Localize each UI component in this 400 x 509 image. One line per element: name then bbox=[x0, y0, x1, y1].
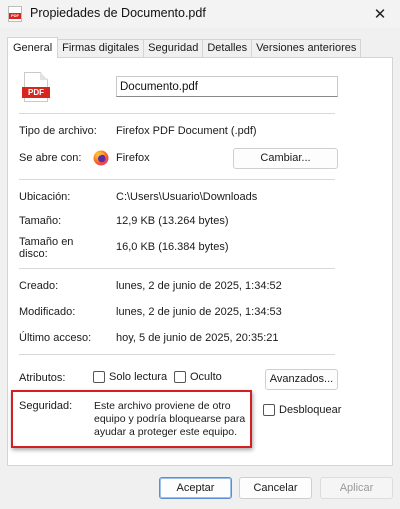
size-on-disk-value: 16,0 KB (16.384 bytes) bbox=[116, 241, 229, 253]
tab-previous-versions[interactable]: Versiones anteriores bbox=[251, 39, 362, 58]
hidden-checkbox-box[interactable] bbox=[174, 371, 186, 383]
pdf-badge: PDF bbox=[22, 87, 50, 98]
file-type-label: Tipo de archivo: bbox=[19, 125, 97, 137]
tab-bar: General Firmas digitales Seguridad Detal… bbox=[7, 37, 362, 58]
security-warning-line: ayudar a proteger este equipo. bbox=[94, 426, 238, 438]
size-on-disk-label-line1: Tamaño en bbox=[19, 236, 74, 248]
close-button[interactable]: ✕ bbox=[360, 0, 400, 28]
hidden-label: Oculto bbox=[190, 371, 222, 383]
tab-details[interactable]: Detalles bbox=[202, 39, 253, 58]
created-label: Creado: bbox=[19, 280, 59, 292]
change-button[interactable]: Cambiar... bbox=[233, 148, 338, 169]
opens-with-value: Firefox bbox=[116, 152, 150, 164]
location-value: C:\Users\Usuario\Downloads bbox=[116, 191, 258, 203]
accept-button[interactable]: Aceptar bbox=[159, 477, 232, 499]
modified-value: lunes, 2 de junio de 2025, 1:34:53 bbox=[116, 306, 282, 318]
readonly-checkbox[interactable]: Solo lectura bbox=[93, 371, 167, 383]
unblock-checkbox-box[interactable] bbox=[263, 404, 275, 416]
file-name-input[interactable] bbox=[116, 76, 338, 97]
modified-label: Modificado: bbox=[19, 306, 76, 318]
divider bbox=[19, 354, 335, 355]
title-bar: PDF Propiedades de Documento.pdf ✕ bbox=[0, 0, 400, 28]
opens-with-label: Se abre con: bbox=[19, 152, 82, 164]
advanced-button[interactable]: Avanzados... bbox=[265, 369, 338, 390]
tab-general[interactable]: General bbox=[7, 37, 59, 58]
apply-button[interactable]: Aplicar bbox=[320, 477, 393, 499]
tab-security[interactable]: Seguridad bbox=[143, 39, 204, 58]
general-panel: PDF Tipo de archivo: Firefox PDF Documen… bbox=[7, 57, 393, 466]
divider bbox=[19, 268, 335, 269]
readonly-label: Solo lectura bbox=[109, 371, 168, 383]
divider bbox=[19, 179, 335, 180]
pdf-file-icon: PDF bbox=[8, 6, 22, 22]
unblock-label: Desbloquear bbox=[279, 404, 342, 416]
accessed-value: hoy, 5 de junio de 2025, 20:35:21 bbox=[116, 332, 279, 344]
window-title: Propiedades de Documento.pdf bbox=[30, 6, 206, 20]
tab-digital-signatures[interactable]: Firmas digitales bbox=[57, 39, 145, 58]
size-label: Tamaño: bbox=[19, 215, 62, 227]
divider bbox=[19, 113, 335, 114]
cancel-button[interactable]: Cancelar bbox=[239, 477, 312, 499]
security-label: Seguridad: bbox=[19, 400, 73, 412]
readonly-checkbox-box[interactable] bbox=[93, 371, 105, 383]
firefox-icon bbox=[93, 150, 109, 166]
size-on-disk-label-line2: disco: bbox=[19, 248, 48, 260]
created-value: lunes, 2 de junio de 2025, 1:34:52 bbox=[116, 280, 282, 292]
security-warning-line: equipo y podría bloquearse para bbox=[94, 413, 246, 425]
security-warning-line: Este archivo proviene de otro bbox=[94, 400, 231, 412]
pdf-icon-label: PDF bbox=[9, 13, 21, 19]
accessed-label: Último acceso: bbox=[19, 332, 92, 344]
attributes-label: Atributos: bbox=[19, 372, 66, 384]
unblock-checkbox[interactable]: Desbloquear bbox=[263, 404, 341, 416]
security-warning-text: Este archivo proviene de otro equipo y p… bbox=[94, 400, 264, 439]
file-type-value: Firefox PDF Document (.pdf) bbox=[116, 125, 257, 137]
close-icon: ✕ bbox=[373, 6, 387, 23]
location-label: Ubicación: bbox=[19, 191, 71, 203]
pdf-document-icon: PDF bbox=[22, 72, 50, 102]
hidden-checkbox[interactable]: Oculto bbox=[174, 371, 222, 383]
size-value: 12,9 KB (13.264 bytes) bbox=[116, 215, 229, 227]
